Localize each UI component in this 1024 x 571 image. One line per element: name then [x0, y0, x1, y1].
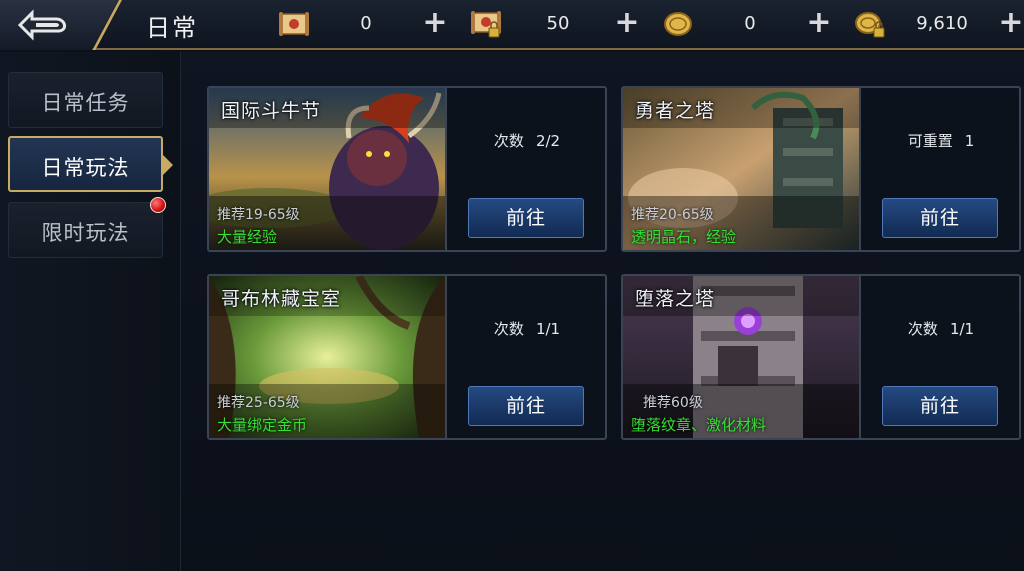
add-bound-gold-button[interactable]: +: [996, 8, 1024, 38]
go-button[interactable]: 前往: [882, 386, 998, 426]
activity-card-goblin-vault: 哥布林藏宝室 推荐25-65级 大量绑定金币 次数 1/1 前往: [207, 274, 607, 440]
attempt-count: 次数 1/1: [447, 318, 607, 339]
bullfight-banner-image: 国际斗牛节 推荐19-65级 大量经验: [209, 88, 445, 250]
card-divider: [445, 276, 447, 438]
activity-card-hero-tower: 勇者之塔 推荐20-65级 透明晶石，经验 可重置 1 前往: [621, 86, 1021, 252]
tab-label: 日常任务: [41, 91, 130, 115]
locked-scroll-count: 50: [546, 13, 570, 34]
tab-daily-play[interactable]: 日常玩法: [8, 136, 173, 192]
card-divider: [859, 276, 861, 438]
recommended-level: 推荐25-65级: [217, 395, 300, 411]
locked-scroll-icon: [471, 11, 501, 38]
activity-name: 国际斗牛节: [221, 100, 322, 122]
count-label: 次数: [493, 132, 524, 150]
count-value: 1: [964, 132, 975, 150]
tab-daily-tasks[interactable]: 日常任务: [8, 72, 163, 128]
tab-label: 限时玩法: [41, 221, 130, 245]
count-label: 次数: [907, 320, 938, 338]
goblin-vault-banner-image: 哥布林藏宝室 推荐25-65级 大量绑定金币: [209, 276, 445, 438]
count-label: 次数: [493, 320, 524, 338]
active-tab-arrow-icon: [162, 154, 173, 176]
add-locked-scroll-button[interactable]: +: [612, 8, 642, 38]
currency-scroll: 0 +: [276, 6, 456, 42]
reward-text: 大量经验: [217, 228, 278, 246]
activity-name: 堕落之塔: [635, 288, 716, 310]
count-value: 2/2: [535, 132, 561, 150]
bound-gold-count: 9,610: [916, 13, 968, 34]
currency-locked-scroll: 50 +: [468, 6, 648, 42]
gold-count: 0: [744, 13, 756, 34]
gold-coin-icon: [664, 12, 692, 36]
attempt-count: 次数 1/1: [861, 318, 1021, 339]
top-bar: 日常 0 + 50 + 0 + 9,610 +: [0, 0, 1024, 50]
reset-count: 可重置 1: [861, 130, 1021, 151]
reward-text: 大量绑定金币: [217, 416, 308, 434]
card-divider: [445, 88, 447, 250]
recommended-level: 推荐20-65级: [631, 207, 714, 223]
activity-name: 勇者之塔: [635, 100, 716, 122]
sidebar: 日常任务 日常玩法 限时玩法: [0, 52, 178, 571]
count-value: 1/1: [535, 320, 561, 338]
activity-panel: 国际斗牛节 推荐19-65级 大量经验 次数 2/2 前往 勇者之塔 推荐20-…: [180, 52, 1024, 571]
hero-tower-banner-image: 勇者之塔 推荐20-65级 透明晶石，经验: [623, 88, 859, 250]
reward-text: 堕落纹章、激化材料: [631, 416, 767, 434]
recommended-level: 推荐19-65级: [217, 207, 300, 223]
page-title: 日常: [146, 14, 198, 42]
card-divider: [859, 88, 861, 250]
scroll-count: 0: [360, 13, 372, 34]
reward-text: 透明晶石，经验: [631, 228, 737, 246]
notification-dot-icon: [150, 197, 166, 213]
count-label: 可重置: [907, 132, 953, 150]
add-scroll-button[interactable]: +: [420, 8, 450, 38]
go-button[interactable]: 前往: [882, 198, 998, 238]
scroll-icon: [279, 12, 309, 36]
go-button[interactable]: 前往: [468, 198, 584, 238]
locked-coin-icon: [855, 12, 885, 38]
currency-gold: 0 +: [660, 6, 840, 42]
count-value: 1/1: [949, 320, 975, 338]
fallen-tower-banner-image: 堕落之塔 推荐60级 堕落纹章、激化材料: [623, 276, 859, 438]
attempt-count: 次数 2/2: [447, 130, 607, 151]
activity-card-bullfight: 国际斗牛节 推荐19-65级 大量经验 次数 2/2 前往: [207, 86, 607, 252]
recommended-level: 推荐60级: [643, 395, 703, 411]
go-button[interactable]: 前往: [468, 386, 584, 426]
tab-limited-play[interactable]: 限时玩法: [8, 197, 166, 258]
back-arrow-icon: [17, 9, 66, 41]
activity-name: 哥布林藏宝室: [221, 288, 342, 310]
activity-card-fallen-tower: 堕落之塔 推荐60级 堕落纹章、激化材料 次数 1/1 前往: [621, 274, 1021, 440]
tab-label: 日常玩法: [41, 156, 130, 180]
currency-bound-gold: 9,610 +: [852, 6, 1024, 42]
add-gold-button[interactable]: +: [804, 8, 834, 38]
